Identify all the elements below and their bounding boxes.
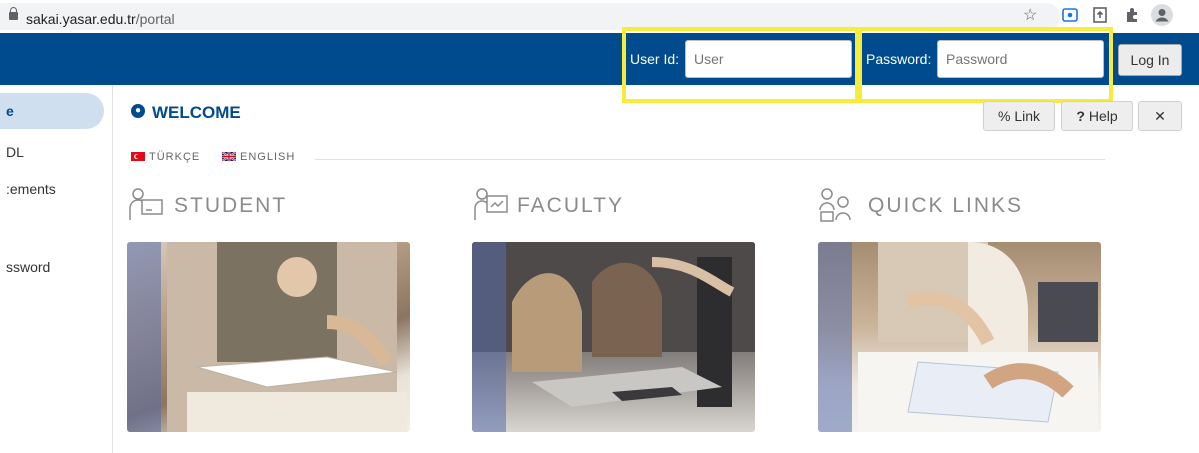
extensions-icon[interactable]	[1124, 7, 1140, 29]
fullscreen-button[interactable]: ✕	[1138, 101, 1182, 131]
divider	[315, 159, 1105, 160]
page-title: WELCOME	[152, 103, 241, 122]
address-bar[interactable]: sakai.yasar.edu.tr/portal	[0, 3, 1060, 30]
language-english[interactable]: ENGLISH	[240, 151, 295, 163]
globe-icon: ●	[131, 104, 145, 118]
sidebar: e DL :ements ssword	[0, 85, 113, 453]
url-text: sakai.yasar.edu.tr/portal	[26, 11, 175, 27]
lock-icon	[9, 7, 18, 20]
sidebar-item-home[interactable]: e	[0, 93, 104, 129]
password-highlight	[858, 27, 1113, 103]
student-icon	[129, 188, 163, 220]
help-icon: ?	[1076, 108, 1085, 124]
faculty-icon	[474, 188, 508, 220]
category-student-title[interactable]: STUDENT	[174, 194, 287, 218]
turkish-flag-icon	[131, 152, 145, 161]
quick-links-icon	[819, 188, 851, 222]
student-photo[interactable]	[127, 242, 410, 432]
link-icon: %	[997, 108, 1011, 124]
link-label: Link	[1014, 108, 1041, 124]
sidebar-item-password[interactable]: ssword	[6, 259, 50, 275]
quick-links-photo[interactable]	[818, 242, 1101, 432]
photo-overlay	[818, 242, 852, 432]
category-faculty-title[interactable]: FACULTY	[517, 194, 624, 218]
sidebar-item-label: e	[6, 103, 14, 119]
faculty-photo[interactable]	[472, 242, 755, 432]
photo-overlay	[127, 242, 161, 432]
share-icon[interactable]	[1093, 7, 1107, 29]
category-quick-links-title[interactable]: QUICK LINKS	[868, 194, 1023, 218]
sidebar-item-statements[interactable]: :ements	[6, 181, 56, 197]
profile-icon[interactable]	[1151, 4, 1173, 32]
help-button[interactable]: ? Help	[1061, 101, 1133, 131]
sidebar-item-dl[interactable]: DL	[6, 144, 24, 160]
photo-overlay	[472, 242, 506, 432]
user-id-highlight	[622, 27, 859, 103]
uk-flag-icon	[222, 152, 236, 161]
star-icon[interactable]: ☆	[1023, 6, 1037, 26]
link-button[interactable]: % Link	[983, 101, 1055, 131]
fullscreen-icon: ✕	[1154, 108, 1166, 124]
screencast-icon[interactable]	[1062, 8, 1078, 28]
language-turkish[interactable]: TÜRKÇE	[149, 151, 200, 163]
login-button[interactable]: Log In	[1118, 44, 1182, 76]
help-label: Help	[1088, 108, 1118, 124]
